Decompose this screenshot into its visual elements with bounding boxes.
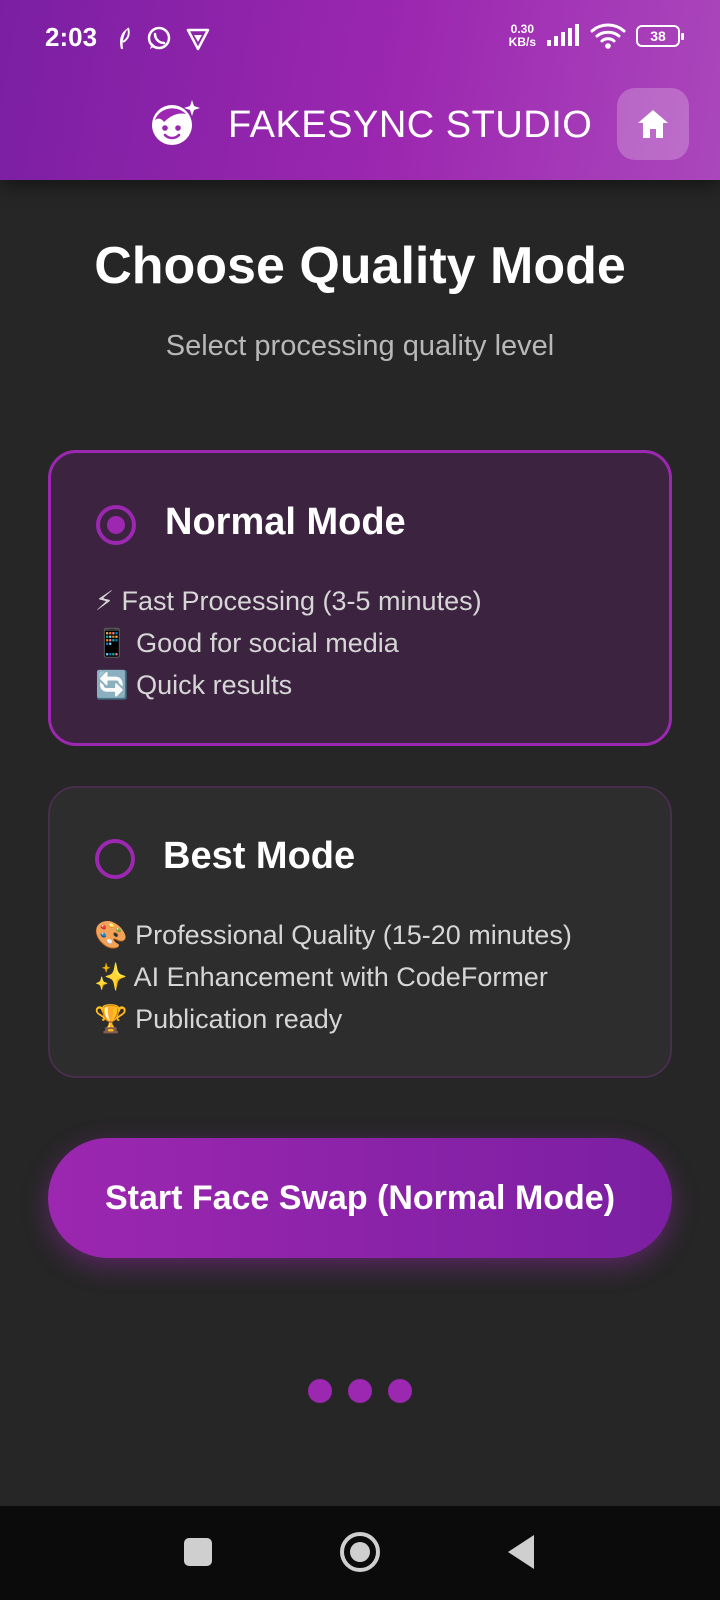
back-button[interactable] bbox=[508, 1535, 534, 1569]
feature-item: 🔄 Quick results bbox=[95, 670, 293, 700]
system-nav-bar bbox=[0, 1506, 720, 1600]
net-speed: 0.30 KB/s bbox=[509, 23, 536, 49]
pagination-dot bbox=[388, 1379, 412, 1403]
home-icon bbox=[638, 110, 668, 138]
home-button[interactable] bbox=[617, 88, 689, 160]
status-time: 2:03 bbox=[45, 22, 98, 52]
status-bar: 2:03 0.30 KB/s 38 bbox=[0, 0, 720, 78]
battery-icon: 38 bbox=[636, 25, 684, 47]
page-subtitle: Select processing quality level bbox=[165, 330, 555, 362]
feather-icon bbox=[120, 27, 130, 49]
best-mode-card[interactable]: Best Mode 🎨 Professional Quality (15-20 … bbox=[48, 786, 672, 1078]
status-icons-right: 0.30 KB/s 38 bbox=[509, 22, 684, 50]
face-sparkle-icon bbox=[152, 100, 200, 145]
vpn-icon bbox=[186, 28, 210, 51]
normal-mode-title: Normal Mode bbox=[165, 501, 406, 543]
feature-item: ⚡ Fast Processing (3-5 minutes) bbox=[95, 586, 482, 616]
normal-mode-card[interactable]: Normal Mode ⚡ Fast Processing (3-5 minut… bbox=[48, 450, 672, 746]
normal-mode-features: ⚡ Fast Processing (3-5 minutes) 📱 Good f… bbox=[95, 580, 482, 706]
recents-button[interactable] bbox=[184, 1538, 212, 1566]
whatsapp-icon bbox=[147, 26, 171, 50]
best-mode-features: 🎨 Professional Quality (15-20 minutes) ✨… bbox=[94, 914, 572, 1040]
feature-item: 🏆 Publication ready bbox=[94, 1004, 343, 1034]
net-speed-unit: KB/s bbox=[508, 35, 536, 49]
battery-level: 38 bbox=[650, 28, 666, 44]
normal-mode-radio[interactable] bbox=[96, 505, 136, 545]
system-home-button[interactable] bbox=[340, 1532, 380, 1572]
feature-item: ✨ AI Enhancement with CodeFormer bbox=[94, 962, 548, 992]
feature-item: 🎨 Professional Quality (15-20 minutes) bbox=[94, 920, 572, 950]
signal-icon bbox=[547, 24, 579, 46]
best-mode-title: Best Mode bbox=[163, 835, 356, 877]
app-header: 2:03 0.30 KB/s 38 FAKESYNC STUDIO bbox=[0, 0, 720, 180]
page-title: Choose Quality Mode bbox=[94, 237, 626, 295]
best-mode-radio[interactable] bbox=[95, 839, 135, 879]
status-icons-left bbox=[116, 26, 210, 52]
feature-item: 📱 Good for social media bbox=[95, 628, 399, 658]
pagination-dot bbox=[308, 1379, 332, 1403]
app-title: FAKESYNC STUDIO bbox=[228, 104, 593, 146]
wifi-icon bbox=[590, 23, 626, 49]
start-face-swap-button[interactable]: Start Face Swap (Normal Mode) bbox=[48, 1138, 672, 1258]
pagination-dots bbox=[308, 1379, 412, 1403]
pagination-dot bbox=[348, 1379, 372, 1403]
